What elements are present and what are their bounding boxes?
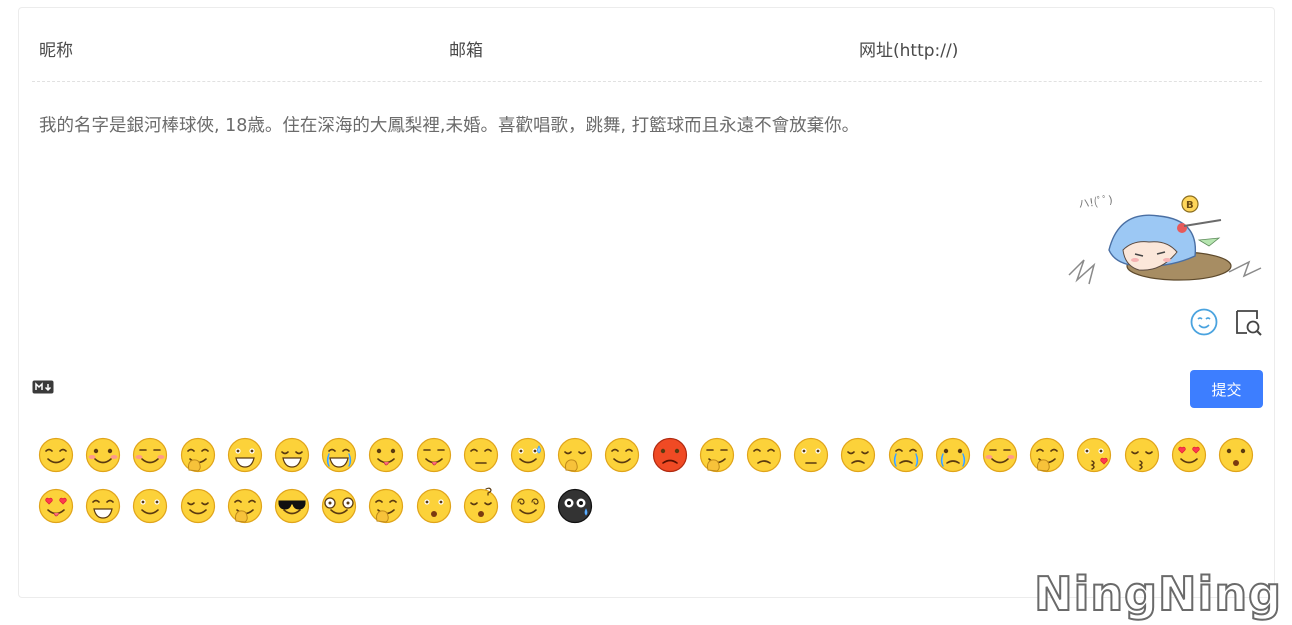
blank-emoji-icon[interactable] (792, 436, 830, 474)
content-emoji-icon[interactable] (981, 436, 1019, 474)
tears-of-joy-emoji-icon[interactable] (320, 436, 358, 474)
markdown-icon[interactable] (32, 380, 54, 394)
smirk-emoji-icon[interactable] (131, 487, 169, 525)
hand-over-mouth-emoji-icon[interactable] (698, 436, 736, 474)
unamused-emoji-icon[interactable] (462, 436, 500, 474)
heart-eyes-drool-emoji-icon[interactable] (1170, 436, 1208, 474)
dizzy-question-emoji-icon[interactable] (462, 487, 500, 525)
sunglasses-emoji-icon[interactable] (273, 487, 311, 525)
meta-fields-row (32, 31, 1262, 82)
big-grin-emoji-icon[interactable] (84, 487, 122, 525)
smug-emoji-icon[interactable] (603, 436, 641, 474)
yum-emoji-icon[interactable] (415, 436, 453, 474)
svg-text:ハ!(ﾟﾟ): ハ!(ﾟﾟ) (1078, 193, 1114, 211)
smile-emoji-icon[interactable] (37, 436, 75, 474)
watermark-text: NingNing (1033, 566, 1282, 622)
shocked-emoji-icon[interactable] (1217, 436, 1255, 474)
website-input[interactable] (852, 31, 1262, 71)
sweat-emoji-icon[interactable] (509, 436, 547, 474)
sad-emoji-icon[interactable] (839, 436, 877, 474)
shy-emoji-icon[interactable] (131, 436, 169, 474)
kiss-emoji-icon[interactable] (1123, 436, 1161, 474)
smiley-face-icon[interactable] (1189, 307, 1219, 337)
blush-emoji-icon[interactable] (84, 436, 122, 474)
angry-emoji-icon[interactable] (651, 436, 689, 474)
preview-search-icon[interactable] (1233, 307, 1263, 337)
yawn-emoji-icon[interactable] (226, 487, 264, 525)
relieved-emoji-icon[interactable] (179, 487, 217, 525)
laugh-emoji-icon[interactable] (273, 436, 311, 474)
sob-emoji-icon[interactable] (934, 436, 972, 474)
submit-button[interactable]: 提交 (1190, 370, 1263, 408)
pleading-emoji-icon[interactable] (745, 436, 783, 474)
crying-emoji-icon[interactable] (887, 436, 925, 474)
comment-textarea[interactable]: 我的名字是銀河棒球俠, 18歳。住在深海的大鳳梨裡,未婚。喜歡唱歌，跳舞, 打籃… (39, 112, 1259, 172)
comment-panel: 我的名字是銀河棒球俠, 18歳。住在深海的大鳳梨裡,未婚。喜歡唱歌，跳舞, 打籃… (18, 7, 1275, 598)
black-sweat-emoji-icon[interactable] (556, 487, 594, 525)
svg-text:B: B (1186, 200, 1194, 211)
grin-emoji-icon[interactable] (226, 436, 264, 474)
cover-face-emoji-icon[interactable] (179, 436, 217, 474)
kiss-heart-emoji-icon[interactable] (1075, 436, 1113, 474)
shush-emoji-icon[interactable] (556, 436, 594, 474)
glasses-emoji-icon[interactable] (320, 487, 358, 525)
email-input[interactable] (442, 31, 842, 71)
facepalm-emoji-icon[interactable] (1028, 436, 1066, 474)
chibi-character-sticker-image: ハ!(ﾟﾟ) B (1068, 193, 1262, 285)
heart-eyes-tongue-emoji-icon[interactable] (37, 487, 75, 525)
tongue-emoji-icon[interactable] (367, 436, 405, 474)
thinking-emoji-icon[interactable] (367, 487, 405, 525)
confused-emoji-icon[interactable] (415, 487, 453, 525)
spiral-eyes-emoji-icon[interactable] (509, 487, 547, 525)
nickname-input[interactable] (32, 31, 432, 71)
